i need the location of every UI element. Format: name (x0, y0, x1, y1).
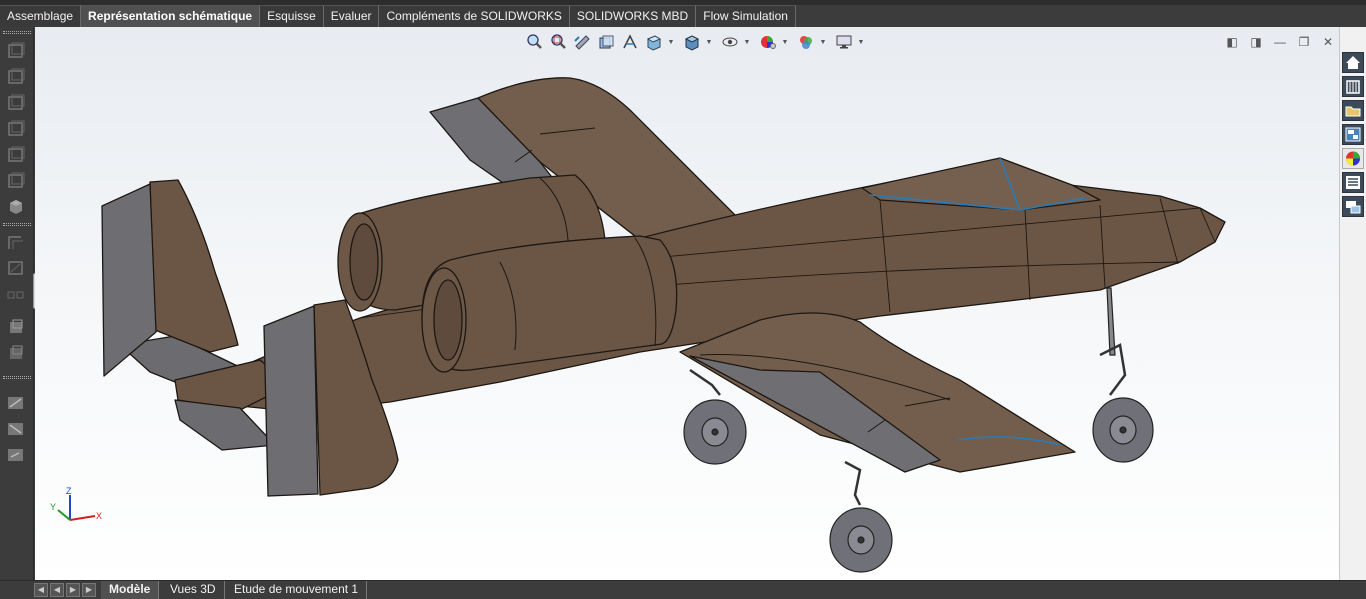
box-tool-icon[interactable] (5, 171, 27, 191)
custom-properties-icon[interactable] (1342, 172, 1364, 193)
drawing-tool-icon[interactable] (5, 419, 27, 439)
graphics-area[interactable]: ▼ ▼ ▼ ▼ ▼ ▼ ◧ ◨ — ❐ ✕ Z X Y (35, 27, 1339, 582)
box-tool-icon[interactable] (5, 41, 27, 61)
toolbar-separator (3, 31, 31, 34)
tail-fin-far (149, 179, 239, 353)
toolbar-separator (3, 376, 31, 379)
forum-icon[interactable] (1342, 196, 1364, 217)
box-tool-icon[interactable] (5, 93, 27, 113)
rudder-near (263, 305, 319, 497)
triad-y-label: Y (50, 502, 56, 512)
tab-etude-de-mouvement[interactable]: Etude de mouvement 1 (226, 581, 368, 599)
triad-z-label: Z (66, 486, 72, 496)
tab-assemblage[interactable]: Assemblage (0, 5, 82, 27)
sketch-tool-icon[interactable] (5, 284, 27, 304)
next-tab-icon[interactable]: ▶ (66, 583, 80, 597)
appearances-icon[interactable] (1342, 148, 1364, 169)
previous-tab-icon[interactable]: ◀ (50, 583, 64, 597)
left-toolbar (0, 27, 34, 582)
axis-triad: Z X Y (50, 486, 102, 521)
toolbar-separator (3, 223, 31, 226)
model-view-tabs: ◀ ◀ ▶ ▶ Modèle Vues 3D Etude de mouvemen… (0, 580, 1366, 599)
file-explorer-icon[interactable] (1342, 124, 1364, 145)
box-tool-icon[interactable] (5, 67, 27, 87)
nose-gear-strut (1106, 287, 1116, 356)
home-icon[interactable] (1342, 52, 1364, 73)
solid-box-icon[interactable] (5, 197, 27, 217)
tab-flow-simulation[interactable]: Flow Simulation (696, 5, 796, 27)
tab-representation-schematique[interactable]: Représentation schématique (81, 5, 261, 27)
tab-solidworks-mbd[interactable]: SOLIDWORKS MBD (569, 5, 697, 27)
main-gear-strut-right (844, 460, 862, 506)
task-pane (1339, 27, 1366, 582)
aircraft-model[interactable]: Z X Y (35, 27, 1339, 582)
box-tool-icon[interactable] (5, 145, 27, 165)
triad-x-label: X (96, 511, 102, 521)
component-tool-icon[interactable] (5, 343, 27, 363)
last-tab-icon[interactable]: ▶ (82, 583, 96, 597)
component-tool-icon[interactable] (5, 317, 27, 337)
tab-modele[interactable]: Modèle (101, 581, 160, 599)
box-tool-icon[interactable] (5, 119, 27, 139)
first-tab-icon[interactable]: ◀ (34, 583, 48, 597)
resources-icon[interactable] (1342, 76, 1364, 97)
drawing-tool-icon[interactable] (5, 393, 27, 413)
sketch-tool-icon[interactable] (5, 232, 27, 252)
tab-esquisse[interactable]: Esquisse (260, 5, 324, 27)
design-library-icon[interactable] (1342, 100, 1364, 121)
tab-evaluer[interactable]: Evaluer (323, 5, 380, 27)
command-manager-tabs: Assemblage Représentation schématique Es… (0, 5, 796, 27)
sketch-tool-icon[interactable] (5, 258, 27, 278)
tab-vues-3d[interactable]: Vues 3D (162, 581, 225, 599)
tab-complements-solidworks[interactable]: Compléments de SOLIDWORKS (379, 5, 570, 27)
drawing-tool-icon[interactable] (5, 445, 27, 465)
